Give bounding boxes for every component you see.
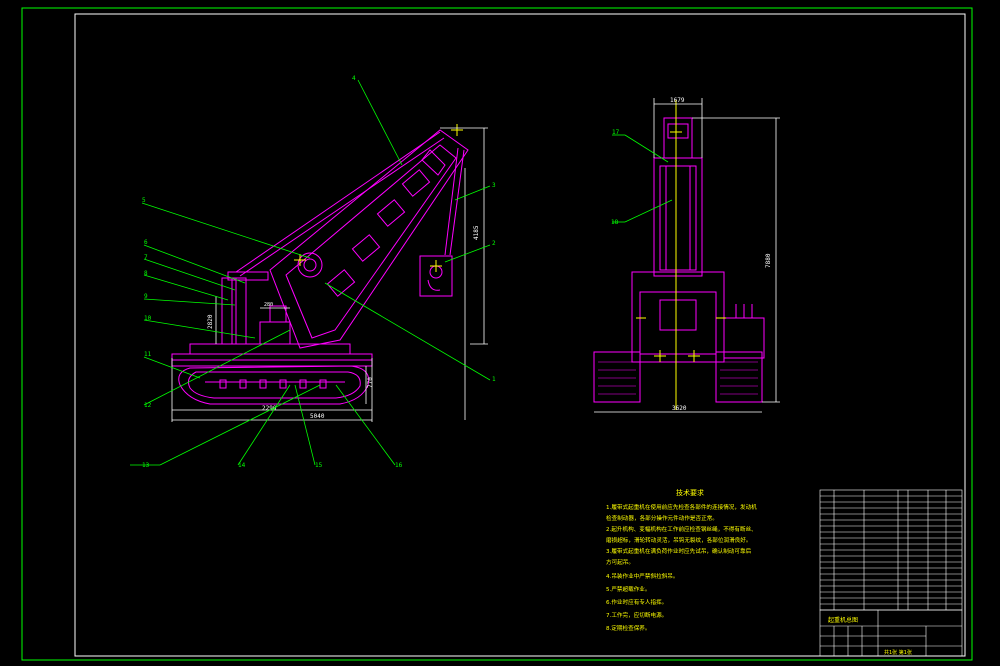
balloon: 14	[238, 462, 246, 469]
balloon: 18	[611, 219, 619, 226]
dim-label: 280	[264, 302, 273, 308]
balloon: 15	[315, 462, 323, 469]
balloon: 11	[144, 351, 152, 358]
left-track	[593, 351, 641, 403]
notes-lines: 1.履带式起重机在使用前应先检查各部件的连接情况，发动机 检查制动器，各部分操作…	[606, 503, 757, 632]
note-line: 8.定期检查保养。	[606, 624, 651, 632]
note-line: 7.工作完，应切断电源。	[606, 611, 667, 619]
balloon: 17	[612, 129, 620, 136]
front-view	[593, 117, 765, 403]
balloon: 9	[144, 293, 148, 300]
technical-notes: 技术要求 1.履带式起重机在使用前应先检查各部件的连接情况，发动机 检查制动器，…	[606, 488, 757, 632]
track-rollers	[205, 379, 345, 389]
dim-label: 4185	[473, 225, 480, 240]
balloon: 3	[492, 182, 496, 189]
dim-label: 3620	[672, 405, 687, 412]
balloon: 10	[144, 315, 152, 322]
dim-label: 5040	[310, 413, 325, 420]
pendant-rope	[235, 131, 441, 273]
balloon: 13	[142, 462, 150, 469]
front-balloons: 17 18	[611, 129, 620, 226]
parts-list	[819, 489, 963, 611]
note-line: 检查制动器，各部分操作元件动作是否正常。	[606, 514, 718, 522]
boom-pivot	[297, 252, 323, 278]
balloon: 12	[144, 402, 152, 409]
note-line: 方可起吊。	[606, 558, 634, 566]
balloon: 7	[144, 254, 148, 261]
boom-front	[653, 157, 703, 277]
note-line: 3.履带式起重机在满负荷作业时应先试吊，确认制动可靠后	[606, 547, 752, 555]
balloon: 4	[352, 75, 356, 82]
balloon: 6	[144, 239, 148, 246]
dim-label: 7880	[765, 253, 772, 268]
right-track	[715, 351, 763, 403]
dim-label: 770	[367, 377, 374, 388]
cab	[259, 321, 291, 345]
balloon: 2	[492, 240, 496, 247]
note-line: 磨损超标，滑轮转动灵活，吊钩无裂纹，各部位润滑良好。	[606, 536, 751, 544]
drawing-frame	[74, 13, 966, 657]
notes-title: 技术要求	[676, 488, 704, 497]
balloon: 16	[395, 462, 403, 469]
side-centermarks	[294, 124, 463, 272]
front-dimensions	[594, 98, 780, 413]
balloon: 1	[492, 376, 496, 383]
drawing-canvas[interactable]: 5040 4185 2290 2820 770 280 4 5 6 7 8 9 …	[0, 0, 1000, 666]
balloon: 5	[142, 197, 146, 204]
dim-label: 2820	[207, 314, 214, 329]
front-body	[631, 271, 725, 363]
boom	[269, 129, 469, 349]
note-line: 6.作业时应有专人指挥。	[606, 598, 667, 606]
side-leaders	[130, 79, 491, 466]
title-block-sheet: 共1张 第1张	[884, 649, 912, 656]
front-centermarks	[636, 100, 726, 410]
note-line: 1.履带式起重机在使用前应先检查各部件的连接情况，发动机	[606, 503, 757, 511]
note-line: 2.起升机构、变幅机构在工作前应检查钢丝绳，不得有断丝、	[606, 525, 757, 533]
note-line: 5.严禁超载作业。	[606, 585, 651, 593]
title-block-title: 起重机总图	[828, 616, 858, 624]
dim-label: 1679	[670, 97, 685, 104]
front-leaders	[612, 134, 673, 223]
side-view	[171, 129, 469, 405]
balloon: 8	[144, 270, 148, 277]
note-line: 4.吊装作业中严禁斜拉斜吊。	[606, 572, 678, 580]
